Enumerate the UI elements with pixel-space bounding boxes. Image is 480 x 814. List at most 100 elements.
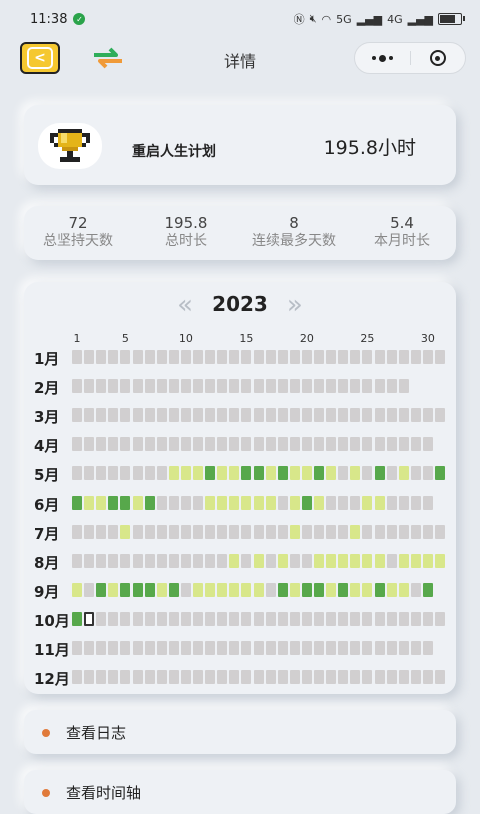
calendar-day-cell[interactable] bbox=[132, 350, 143, 364]
calendar-day-cell[interactable] bbox=[398, 437, 409, 452]
calendar-day-cell[interactable] bbox=[422, 611, 433, 626]
calendar-day-cell[interactable] bbox=[362, 582, 373, 597]
calendar-day-cell[interactable] bbox=[435, 524, 445, 539]
calendar-day-cell[interactable] bbox=[374, 466, 385, 481]
calendar-day-cell[interactable] bbox=[144, 408, 155, 423]
calendar-day-cell[interactable] bbox=[132, 553, 143, 568]
calendar-day-cell[interactable] bbox=[132, 466, 143, 481]
calendar-day-cell[interactable] bbox=[96, 466, 107, 481]
calendar-day-cell[interactable] bbox=[289, 524, 300, 539]
calendar-day-cell[interactable] bbox=[265, 553, 276, 568]
calendar-day-cell[interactable] bbox=[338, 641, 349, 655]
calendar-day-cell[interactable] bbox=[398, 350, 409, 364]
calendar-day-cell[interactable] bbox=[386, 582, 397, 597]
calendar-day-cell[interactable] bbox=[326, 553, 337, 568]
calendar-day-cell[interactable] bbox=[241, 553, 252, 568]
calendar-day-cell[interactable] bbox=[72, 611, 82, 626]
calendar-day-cell[interactable] bbox=[217, 641, 228, 655]
calendar-day-cell[interactable] bbox=[253, 408, 264, 423]
calendar-day-cell[interactable] bbox=[132, 437, 143, 452]
calendar-day-cell[interactable] bbox=[314, 553, 324, 568]
calendar-day-cell[interactable] bbox=[205, 670, 216, 685]
calendar-day-cell[interactable] bbox=[108, 350, 119, 364]
calendar-day-cell[interactable] bbox=[229, 408, 240, 423]
calendar-day-cell[interactable] bbox=[277, 524, 288, 539]
calendar-day-cell[interactable] bbox=[180, 641, 191, 655]
calendar-day-cell[interactable] bbox=[144, 379, 155, 394]
calendar-day-cell[interactable] bbox=[422, 641, 433, 655]
calendar-day-cell[interactable] bbox=[229, 524, 240, 539]
calendar-day-cell[interactable] bbox=[132, 582, 143, 597]
calendar-day-cell[interactable] bbox=[217, 553, 228, 568]
calendar-day-cell[interactable] bbox=[410, 582, 421, 597]
calendar-day-cell[interactable] bbox=[217, 408, 228, 423]
calendar-day-cell[interactable] bbox=[338, 670, 349, 685]
calendar-day-cell[interactable] bbox=[435, 408, 445, 423]
calendar-day-cell[interactable] bbox=[120, 408, 131, 423]
calendar-day-cell[interactable] bbox=[180, 670, 191, 685]
calendar-day-cell[interactable] bbox=[265, 379, 276, 394]
calendar-day-cell[interactable] bbox=[410, 437, 421, 452]
calendar-day-cell[interactable] bbox=[241, 379, 252, 394]
calendar-day-cell[interactable] bbox=[374, 379, 385, 394]
calendar-day-cell[interactable] bbox=[289, 582, 300, 597]
calendar-day-cell[interactable] bbox=[277, 641, 288, 655]
calendar-day-cell[interactable] bbox=[301, 641, 312, 655]
calendar-day-cell[interactable] bbox=[217, 379, 228, 394]
calendar-day-cell[interactable] bbox=[144, 641, 155, 655]
calendar-day-cell[interactable] bbox=[253, 670, 264, 685]
calendar-day-cell[interactable] bbox=[398, 524, 409, 539]
calendar-day-cell[interactable] bbox=[168, 611, 179, 626]
calendar-day-cell[interactable] bbox=[144, 611, 155, 626]
calendar-day-cell[interactable] bbox=[193, 408, 203, 423]
calendar-day-cell[interactable] bbox=[156, 495, 167, 510]
calendar-day-cell[interactable] bbox=[374, 495, 385, 510]
calendar-day-cell[interactable] bbox=[422, 408, 433, 423]
calendar-day-cell[interactable] bbox=[326, 641, 337, 655]
calendar-day-cell[interactable] bbox=[229, 466, 240, 481]
calendar-day-cell[interactable] bbox=[205, 495, 216, 510]
view-timeline-button[interactable]: 查看时间轴 bbox=[24, 770, 456, 814]
calendar-day-cell[interactable] bbox=[229, 553, 240, 568]
calendar-day-cell[interactable] bbox=[72, 350, 82, 364]
calendar-day-cell[interactable] bbox=[410, 641, 421, 655]
calendar-day-cell[interactable] bbox=[301, 379, 312, 394]
calendar-day-cell[interactable] bbox=[108, 408, 119, 423]
calendar-day-cell[interactable] bbox=[193, 641, 203, 655]
calendar-day-cell[interactable] bbox=[326, 408, 337, 423]
calendar-day-cell[interactable] bbox=[120, 437, 131, 452]
calendar-day-cell[interactable] bbox=[265, 611, 276, 626]
prev-year-icon[interactable]: « bbox=[177, 290, 193, 320]
calendar-day-cell[interactable] bbox=[277, 379, 288, 394]
view-log-button[interactable]: 查看日志 bbox=[24, 710, 456, 754]
calendar-day-cell[interactable] bbox=[289, 350, 300, 364]
calendar-day-cell[interactable] bbox=[398, 582, 409, 597]
calendar-day-cell[interactable] bbox=[205, 641, 216, 655]
calendar-day-cell[interactable] bbox=[156, 437, 167, 452]
calendar-day-cell[interactable] bbox=[132, 670, 143, 685]
calendar-day-cell[interactable] bbox=[386, 524, 397, 539]
calendar-day-cell[interactable] bbox=[229, 379, 240, 394]
calendar-day-cell[interactable] bbox=[265, 466, 276, 481]
calendar-day-cell[interactable] bbox=[410, 553, 421, 568]
calendar-day-cell[interactable] bbox=[120, 670, 131, 685]
calendar-day-cell[interactable] bbox=[96, 350, 107, 364]
calendar-day-cell[interactable] bbox=[108, 670, 119, 685]
calendar-day-cell[interactable] bbox=[217, 611, 228, 626]
calendar-day-cell[interactable] bbox=[386, 553, 397, 568]
calendar-day-cell[interactable] bbox=[229, 495, 240, 510]
calendar-day-cell[interactable] bbox=[265, 495, 276, 510]
calendar-day-cell[interactable] bbox=[156, 466, 167, 481]
calendar-day-cell[interactable] bbox=[144, 553, 155, 568]
calendar-day-cell[interactable] bbox=[120, 611, 131, 626]
calendar-day-cell[interactable] bbox=[205, 611, 216, 626]
calendar-day-cell[interactable] bbox=[156, 611, 167, 626]
calendar-day-cell[interactable] bbox=[301, 582, 312, 597]
calendar-day-cell[interactable] bbox=[326, 670, 337, 685]
calendar-day-cell[interactable] bbox=[422, 437, 433, 452]
calendar-day-cell[interactable] bbox=[132, 379, 143, 394]
calendar-day-cell[interactable] bbox=[193, 379, 203, 394]
calendar-day-cell[interactable] bbox=[386, 408, 397, 423]
calendar-day-cell[interactable] bbox=[289, 408, 300, 423]
calendar-day-cell[interactable] bbox=[326, 611, 337, 626]
